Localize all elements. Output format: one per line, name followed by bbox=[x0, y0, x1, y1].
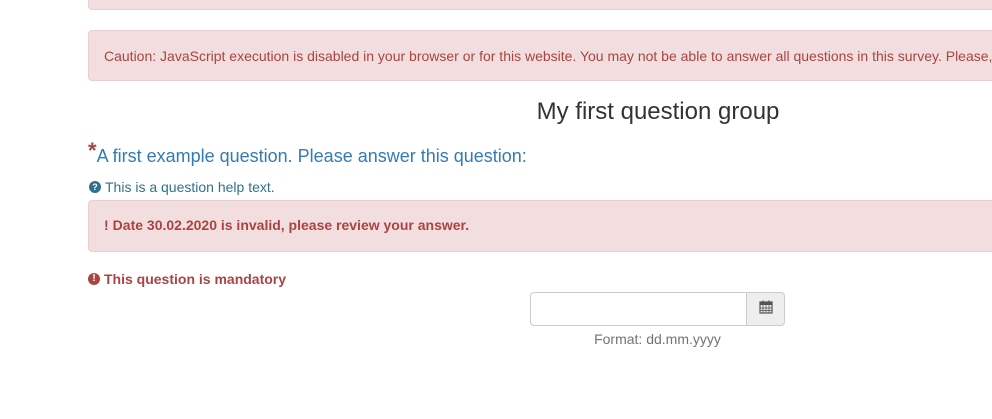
mandatory-notice: ! This question is mandatory bbox=[88, 271, 286, 287]
question-text: A first example question. Please answer … bbox=[96, 146, 527, 166]
question-help: ? This is a question help text. bbox=[89, 179, 275, 195]
calendar-icon bbox=[758, 300, 773, 319]
javascript-warning-alert: Caution: JavaScript execution is disable… bbox=[88, 30, 992, 81]
date-input-group bbox=[530, 292, 785, 326]
date-error-alert: ! Date 30.02.2020 is invalid, please revi… bbox=[88, 200, 992, 252]
exclamation-circle-icon: ! bbox=[88, 273, 100, 285]
exclamation-icon: ! bbox=[104, 217, 109, 233]
mandatory-text: This question is mandatory bbox=[104, 271, 287, 287]
calendar-button[interactable] bbox=[747, 292, 785, 326]
mandatory-asterisk: * bbox=[88, 138, 97, 163]
date-input[interactable] bbox=[530, 292, 747, 326]
question-group-title: My first question group bbox=[536, 98, 780, 125]
top-alert bbox=[88, 0, 992, 10]
date-error-text: Date 30.02.2020 is invalid, please revie… bbox=[112, 217, 470, 233]
date-format-hint: Format: dd.mm.yyyy bbox=[594, 331, 721, 347]
question-help-text: This is a question help text. bbox=[105, 179, 275, 195]
survey-page: Caution: JavaScript execution is disable… bbox=[0, 0, 992, 419]
question-circle-icon: ? bbox=[89, 181, 101, 193]
javascript-warning-text: Caution: JavaScript execution is disable… bbox=[104, 48, 992, 64]
question-header: *A first example question. Please answer… bbox=[88, 140, 527, 172]
